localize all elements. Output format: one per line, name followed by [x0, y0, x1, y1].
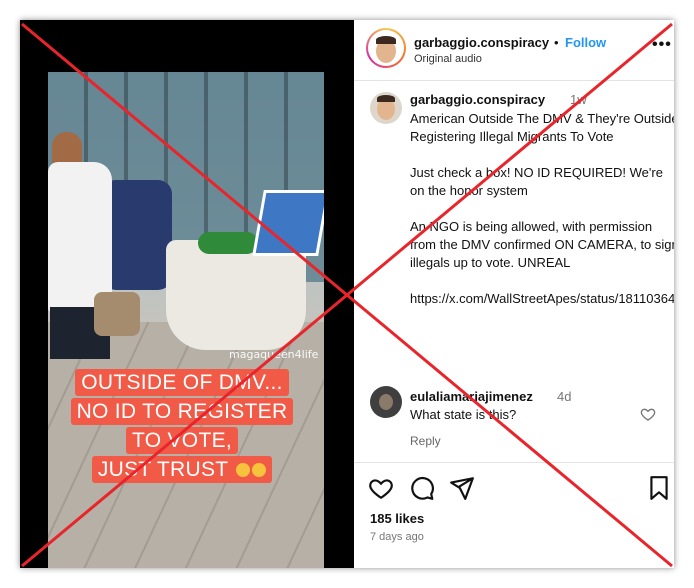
commenter-username[interactable]: eulaliamariajimenez — [410, 389, 533, 404]
separator-dot: • — [554, 35, 559, 50]
avatar-ring-inner — [368, 30, 404, 66]
plant — [198, 232, 258, 254]
action-bar: 185 likes 7 days ago — [354, 462, 674, 568]
person-shirt — [48, 162, 112, 312]
avatar-hair — [376, 36, 396, 44]
caption-line-text: JUST TRUST — [97, 458, 229, 481]
comment-text: What state is this? — [410, 407, 517, 422]
post-date: 7 days ago — [370, 531, 424, 543]
reply-button[interactable]: Reply — [410, 434, 441, 448]
caption-line: NO ID TO REGISTER — [70, 398, 294, 425]
follow-button[interactable]: Follow — [565, 35, 606, 50]
post-card: magaqueen4life OUTSIDE OF DMV... NO ID T… — [20, 20, 674, 568]
caption-timestamp: 1w — [570, 92, 587, 107]
caption-line: TO VOTE, — [125, 427, 239, 454]
person-bag — [94, 292, 140, 336]
commenter-avatar[interactable] — [370, 386, 402, 418]
avatar-face — [379, 394, 393, 410]
caption-avatar[interactable] — [370, 92, 402, 124]
author-avatar[interactable] — [366, 28, 406, 68]
planter — [166, 240, 306, 350]
comment-icon[interactable] — [409, 475, 435, 501]
video-caption: OUTSIDE OF DMV... NO ID TO REGISTER TO V… — [66, 369, 298, 485]
details-panel: garbaggio.conspiracy • Follow Original a… — [354, 20, 674, 568]
comment-like-icon[interactable] — [640, 406, 656, 422]
caption-username[interactable]: garbaggio.conspiracy — [410, 92, 545, 107]
comment-item: eulaliamariajimenez 4d What state is thi… — [370, 386, 670, 456]
share-icon[interactable] — [449, 475, 475, 501]
video-panel[interactable]: magaqueen4life OUTSIDE OF DMV... NO ID T… — [20, 20, 354, 568]
caption-line: OUTSIDE OF DMV... — [75, 369, 289, 396]
comment-timestamp: 4d — [557, 389, 572, 404]
standing-person — [48, 132, 140, 392]
original-audio-link[interactable]: Original audio — [414, 53, 482, 65]
caption-line-last: JUST TRUST — [91, 456, 273, 483]
heart-icon[interactable] — [368, 475, 394, 501]
video-watermark: magaqueen4life — [229, 348, 319, 361]
post-header: garbaggio.conspiracy • Follow Original a… — [354, 20, 674, 81]
caption-text: American Outside The DMV & They're Outsi… — [410, 111, 674, 306]
author-username[interactable]: garbaggio.conspiracy — [414, 35, 549, 50]
likes-count[interactable]: 185 likes — [370, 511, 424, 526]
more-icon[interactable]: ••• — [652, 36, 672, 54]
facepalm-emoji-icon — [236, 463, 251, 477]
video-frame[interactable]: magaqueen4life OUTSIDE OF DMV... NO ID T… — [48, 72, 324, 568]
registration-signs — [252, 190, 324, 256]
avatar-hair — [377, 95, 395, 102]
facepalm-emoji-icon — [252, 463, 267, 477]
bookmark-icon[interactable] — [646, 475, 672, 501]
